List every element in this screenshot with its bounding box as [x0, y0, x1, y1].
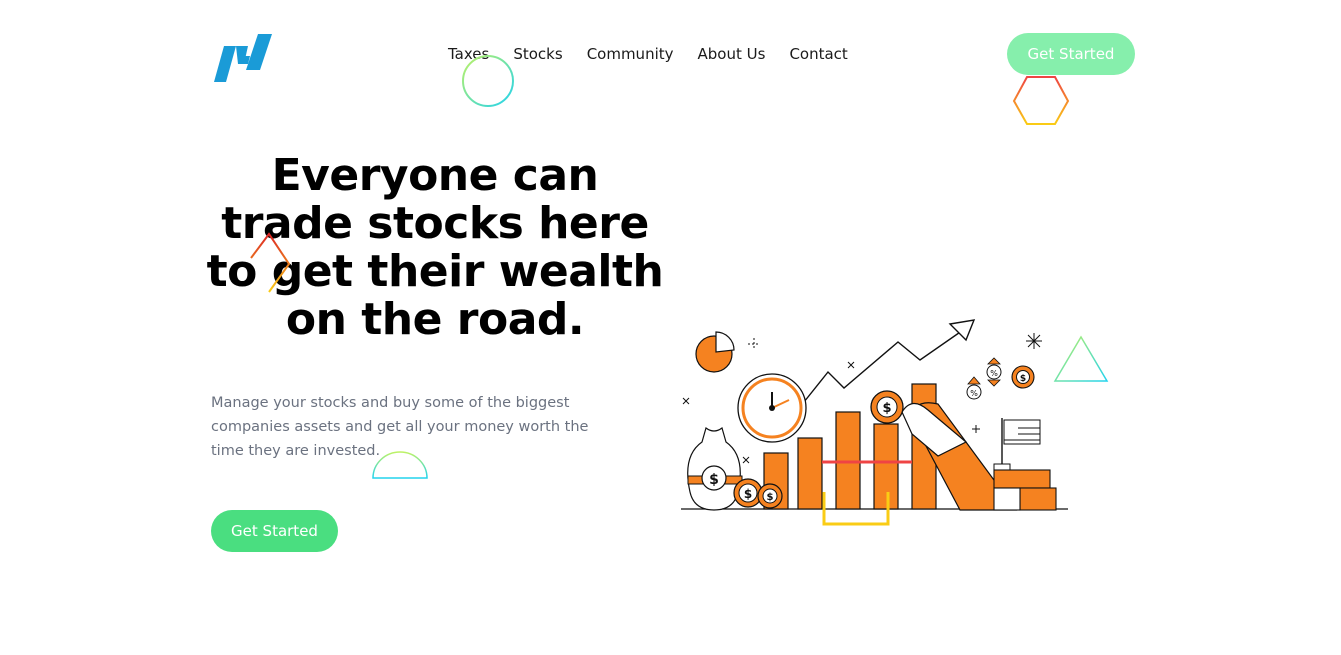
pie-chart-icon [695, 331, 735, 373]
clock-icon [737, 373, 807, 443]
main-nav: Taxes Stocks Community About Us Contact [448, 44, 848, 64]
nav-link-about-us[interactable]: About Us [698, 44, 766, 64]
nav-link-taxes[interactable]: Taxes [448, 44, 489, 64]
coin-symbol: $ [882, 401, 891, 416]
coin-symbol: $ [744, 487, 752, 501]
coin-symbol: $ [767, 492, 774, 503]
stock-growth-illustration: $ $ $ $ % % $ [681, 319, 1068, 526]
hexagon-decoration [1012, 76, 1070, 125]
get-started-button-hero[interactable]: Get Started [211, 510, 338, 552]
percent-symbol: % [990, 369, 998, 378]
percent-symbol: % [970, 389, 978, 398]
percent-icon: % % [966, 357, 1002, 400]
hero-subtitle: Manage your stocks and buy some of the b… [211, 395, 589, 459]
money-bag-icon: $ [687, 426, 743, 511]
get-started-button-header[interactable]: Get Started [1007, 33, 1135, 75]
coin-icon: $ [1011, 365, 1035, 389]
coin-symbol: $ [1020, 374, 1026, 384]
nav-link-community[interactable]: Community [587, 44, 674, 64]
nav-link-contact[interactable]: Contact [789, 44, 847, 64]
brand-logo[interactable] [214, 34, 272, 82]
flag-icon [993, 418, 1041, 471]
nav-link-stocks[interactable]: Stocks [513, 44, 562, 64]
coin-symbol: $ [709, 472, 719, 488]
hero-title: Everyone can trade stocks here to get th… [206, 150, 664, 345]
